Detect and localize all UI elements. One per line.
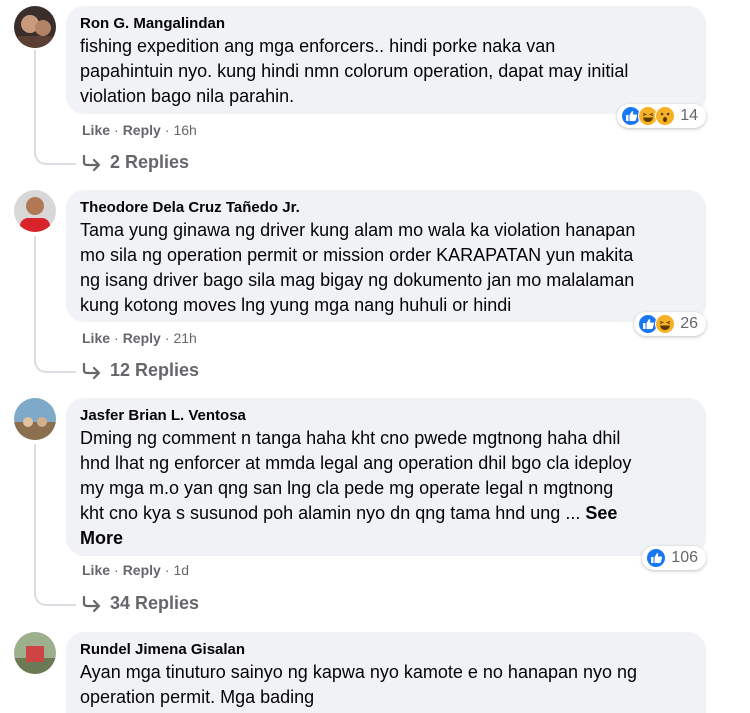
view-replies-link[interactable]: 2 Replies	[82, 152, 189, 173]
separator: ·	[164, 122, 170, 138]
avatar[interactable]	[14, 398, 56, 440]
comment-actions: Like · Reply · 1d	[82, 562, 189, 578]
like-button[interactable]: Like	[82, 562, 110, 578]
comment-author[interactable]: Theodore Dela Cruz Tañedo Jr.	[80, 198, 692, 218]
separator: ·	[164, 562, 170, 578]
avatar[interactable]	[14, 190, 56, 232]
separator: ·	[114, 330, 119, 346]
reaction-summary[interactable]: 14	[617, 104, 706, 128]
separator: ·	[114, 122, 119, 138]
reply-arrow-icon	[82, 154, 101, 171]
reply-button[interactable]: Reply	[123, 330, 161, 346]
reply-button[interactable]: Reply	[123, 122, 161, 138]
comment-author[interactable]: Rundel Jimena Gisalan	[80, 640, 692, 660]
timestamp[interactable]: 16h	[173, 122, 196, 138]
comment-thread: Ron G. Mangalindan fishing expedition an…	[0, 0, 750, 713]
reply-button[interactable]: Reply	[123, 562, 161, 578]
reaction-count: 26	[680, 315, 698, 332]
comment-bubble: Ron G. Mangalindan fishing expedition an…	[66, 6, 706, 128]
comment-bubble: Jasfer Brian L. Ventosa Dming ng comment…	[66, 398, 706, 570]
reply-arrow-icon	[82, 362, 101, 379]
comment-bubble: Rundel Jimena Gisalan Ayan mga tinuturo …	[66, 632, 706, 713]
comment-text: fishing expedition ang mga enforcers.. h…	[80, 36, 629, 106]
view-replies-link[interactable]: 12 Replies	[82, 360, 199, 381]
comment-author[interactable]: Jasfer Brian L. Ventosa	[80, 406, 692, 426]
view-replies-link[interactable]: 34 Replies	[82, 593, 199, 614]
avatar[interactable]	[14, 6, 56, 48]
reaction-summary[interactable]: 26	[634, 312, 706, 336]
comment-actions: Like · Reply · 21h	[82, 330, 197, 346]
separator: ·	[164, 330, 170, 346]
reaction-count: 106	[671, 549, 698, 566]
replies-count[interactable]: 34 Replies	[110, 593, 199, 614]
comment-text: Tama yung ginawa ng driver kung alam mo …	[80, 220, 636, 315]
reply-arrow-icon	[82, 595, 101, 612]
replies-count[interactable]: 12 Replies	[110, 360, 199, 381]
comment-text: Dming ng comment n tanga haha kht cno pw…	[80, 426, 692, 551]
timestamp[interactable]: 21h	[173, 330, 196, 346]
replies-count[interactable]: 2 Replies	[110, 152, 189, 173]
comment-text: Ayan mga tinuturo sainyo ng kapwa nyo ka…	[80, 662, 638, 707]
comment-bubble: Theodore Dela Cruz Tañedo Jr. Tama yung …	[66, 190, 706, 336]
comment-author[interactable]: Ron G. Mangalindan	[80, 14, 692, 34]
wow-reaction-icon	[655, 106, 676, 126]
comment-actions: Like · Reply · 16h	[82, 122, 197, 138]
reaction-summary[interactable]: 106	[642, 546, 706, 570]
comment-text-body: Dming ng comment n tanga haha kht cno pw…	[80, 428, 632, 523]
haha-reaction-icon	[655, 314, 676, 334]
reaction-count: 14	[680, 107, 698, 124]
like-button[interactable]: Like	[82, 122, 110, 138]
separator: ·	[114, 562, 119, 578]
avatar[interactable]	[14, 632, 56, 674]
like-reaction-icon	[646, 548, 667, 568]
like-button[interactable]: Like	[82, 330, 110, 346]
timestamp[interactable]: 1d	[173, 562, 189, 578]
